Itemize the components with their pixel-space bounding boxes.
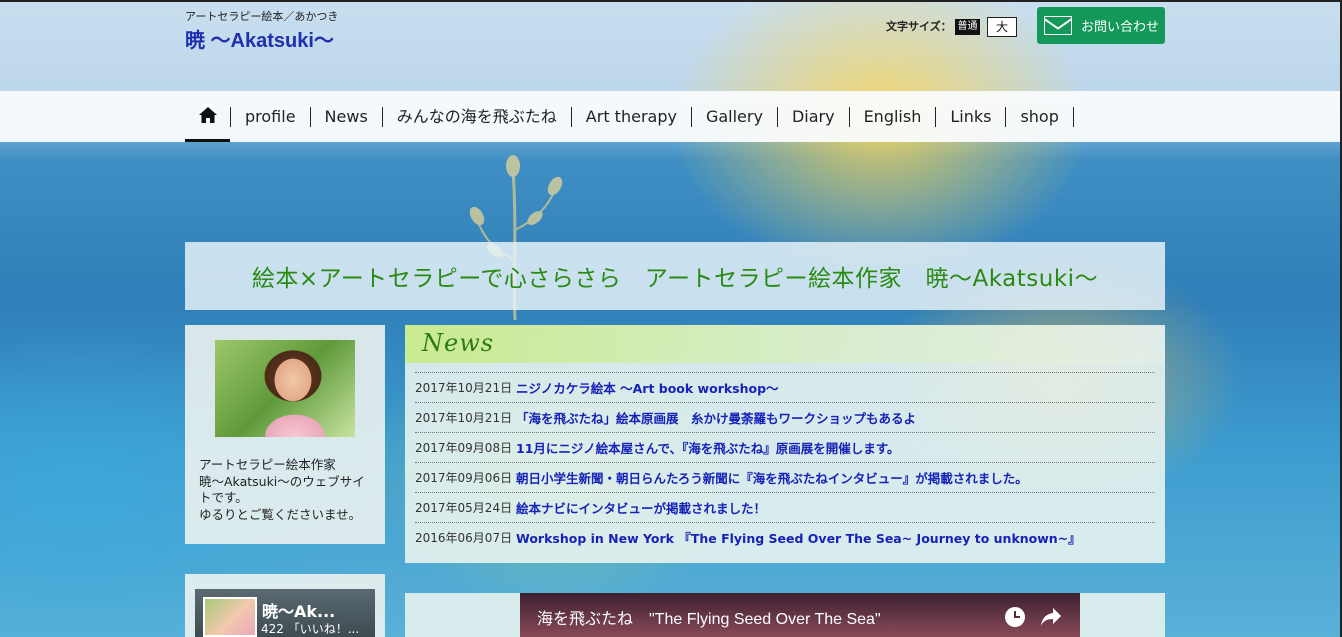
- nav-item-art-therapy[interactable]: Art therapy: [570, 106, 691, 127]
- facebook-widget-box: 暁〜Ak... 422 「いいね！...: [185, 574, 385, 637]
- news-item: 2017年09月08日 11月にニジノ絵本屋さんで、『海を飛ぶたね』原画展を開催…: [415, 432, 1155, 462]
- clock-icon[interactable]: [1005, 607, 1025, 627]
- news-item: 2017年10月21日 ニジノカケラ絵本 〜Art book workshop〜: [415, 372, 1155, 402]
- mail-icon: [1044, 16, 1072, 35]
- profile-line: アートセラピー絵本作家: [199, 457, 336, 472]
- nav-item-news[interactable]: News: [309, 106, 382, 127]
- news-link[interactable]: ニジノカケラ絵本 〜Art book workshop〜: [516, 378, 779, 397]
- facebook-likes-count: 422 「いいね！...: [261, 622, 360, 636]
- news-date: 2017年05月24日: [415, 501, 513, 515]
- font-size-normal-button[interactable]: 普通: [955, 19, 980, 35]
- profile-box: アートセラピー絵本作家 暁〜Akatsuki〜のウェブサイトです。 ゆるりとご覧…: [185, 325, 385, 544]
- news-heading: News: [422, 329, 495, 357]
- font-size-large-button[interactable]: 大: [987, 17, 1017, 37]
- nav-item-english[interactable]: English: [848, 106, 936, 127]
- facebook-page-card[interactable]: 暁〜Ak... 422 「いいね！...: [195, 589, 375, 637]
- nav-item-gallery[interactable]: Gallery: [690, 106, 777, 127]
- profile-text: アートセラピー絵本作家 暁〜Akatsuki〜のウェブサイトです。 ゆるりとご覧…: [199, 457, 375, 523]
- news-date: 2017年09月06日: [415, 471, 513, 485]
- news-date: 2016年06月07日: [415, 531, 513, 545]
- nav-item-diary[interactable]: Diary: [776, 106, 849, 127]
- site-header: アートセラピー絵本／あかつき 暁 〜Akatsuki〜 文字サイズ： 普通 大 …: [0, 2, 1340, 91]
- news-date: 2017年09月08日: [415, 441, 513, 455]
- contact-button[interactable]: お問い合わせ: [1037, 7, 1165, 44]
- news-link[interactable]: Workshop in New York 『The Flying Seed Ov…: [516, 528, 1081, 547]
- news-link[interactable]: 「海を飛ぶたね」絵本原画展 糸かけ曼荼羅もワークショップもあるよ: [516, 408, 916, 427]
- profile-photo: [215, 340, 355, 437]
- home-icon: [198, 107, 217, 123]
- news-date: 2017年10月21日: [415, 411, 513, 425]
- news-link[interactable]: 朝日小学生新聞・朝日らんたろう新聞に『海を飛ぶたねインタビュー』が掲載されました…: [516, 468, 1028, 487]
- news-header: News: [405, 325, 1165, 363]
- font-size-label: 文字サイズ：: [886, 20, 952, 33]
- site-subtitle: アートセラピー絵本／あかつき: [185, 10, 339, 23]
- news-list: 2017年10月21日 ニジノカケラ絵本 〜Art book workshop〜…: [415, 372, 1155, 552]
- news-link[interactable]: 絵本ナビにインタビューが掲載されました！: [516, 498, 766, 517]
- news-date: 2017年10月21日: [415, 381, 513, 395]
- site-title-link[interactable]: 暁 〜Akatsuki〜: [185, 24, 334, 53]
- profile-line: 暁〜Akatsuki〜のウェブサイトです。: [199, 473, 365, 506]
- news-item: 2016年06月07日 Workshop in New York 『The Fl…: [415, 522, 1155, 552]
- tagline-banner: 絵本×アートセラピーで心さらさら アートセラピー絵本作家 暁〜Akatsuki〜: [185, 242, 1165, 310]
- video-title[interactable]: 海を飛ぶたね "The Flying Seed Over The Sea": [537, 605, 881, 629]
- share-icon[interactable]: [1040, 607, 1062, 627]
- nav-item-shop[interactable]: shop: [1005, 106, 1074, 127]
- news-item: 2017年10月21日 「海を飛ぶたね」絵本原画展 糸かけ曼荼羅もワークショップ…: [415, 402, 1155, 432]
- news-item: 2017年05月24日 絵本ナビにインタビューが掲載されました！: [415, 492, 1155, 522]
- news-item: 2017年09月06日 朝日小学生新聞・朝日らんたろう新聞に『海を飛ぶたねインタ…: [415, 462, 1155, 492]
- nav-item-links[interactable]: Links: [935, 106, 1005, 127]
- nav-home[interactable]: [185, 91, 230, 142]
- tagline-text: 絵本×アートセラピーで心さらさら アートセラピー絵本作家 暁〜Akatsuki〜: [251, 266, 1099, 292]
- video-player[interactable]: 海を飛ぶたね "The Flying Seed Over The Sea": [520, 593, 1080, 637]
- nav-list: profile News みんなの海を飛ぶたね Art therapy Gall…: [185, 91, 1074, 142]
- main-nav: profile News みんなの海を飛ぶたね Art therapy Gall…: [0, 91, 1340, 142]
- contact-button-label: お問い合わせ: [1081, 20, 1160, 35]
- nav-item-minna-no-umi[interactable]: みんなの海を飛ぶたね: [381, 106, 571, 127]
- nav-item-profile[interactable]: profile: [230, 106, 310, 127]
- news-box: News 2017年10月21日 ニジノカケラ絵本 〜Art book work…: [405, 325, 1165, 563]
- video-box: 海を飛ぶたね "The Flying Seed Over The Sea": [405, 593, 1165, 637]
- profile-line: ゆるりとご覧くださいませ。: [199, 506, 362, 522]
- facebook-page-thumbnail: [203, 597, 257, 637]
- news-link[interactable]: 11月にニジノ絵本屋さんで、『海を飛ぶたね』原画展を開催します。: [516, 438, 900, 457]
- facebook-page-name[interactable]: 暁〜Ak...: [262, 598, 335, 622]
